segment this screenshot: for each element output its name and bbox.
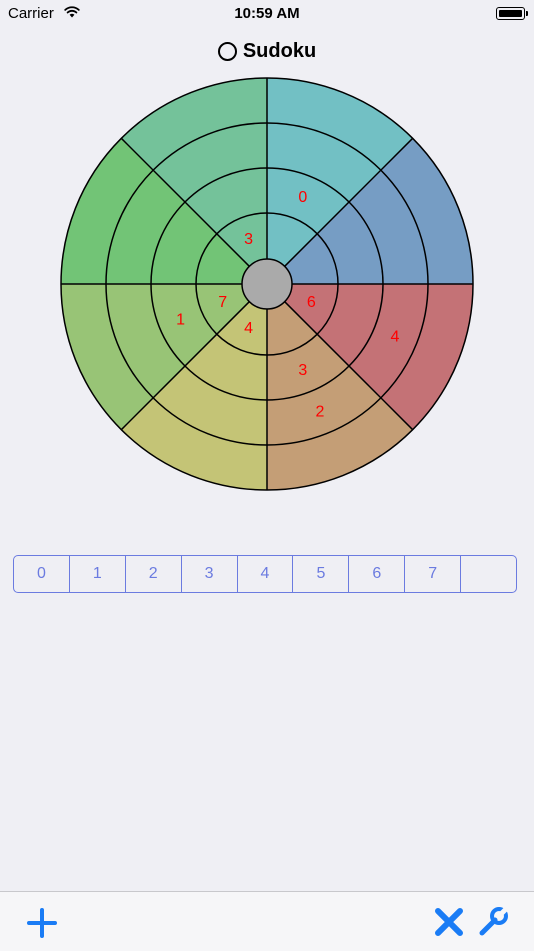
board-cell-value[interactable]: 4: [391, 329, 400, 346]
picker-option[interactable]: 7: [405, 556, 462, 592]
picker-option[interactable]: 6: [349, 556, 406, 592]
picker-option[interactable]: 3: [182, 556, 238, 592]
board-cell-value[interactable]: 2: [316, 403, 325, 420]
board-cell-value[interactable]: 1: [176, 311, 185, 328]
wrench-icon[interactable]: [476, 905, 510, 939]
bottom-toolbar: [0, 891, 534, 951]
circular-sudoku-board[interactable]: 064324713: [0, 0, 534, 520]
board-hub: [241, 258, 293, 310]
board-cell-value[interactable]: 3: [298, 362, 307, 379]
picker-option[interactable]: 4: [238, 556, 294, 592]
picker-option[interactable]: 2: [126, 556, 182, 592]
close-icon[interactable]: [433, 906, 465, 938]
picker-option[interactable]: 0: [14, 556, 70, 592]
number-picker[interactable]: 0 1 2 3 4 5 6 7: [13, 555, 517, 593]
picker-option-blank[interactable]: [461, 556, 516, 592]
board-cell-value[interactable]: 6: [307, 294, 316, 311]
board-cell-value[interactable]: 0: [298, 189, 307, 206]
add-icon[interactable]: [26, 907, 58, 939]
board-cell-value[interactable]: 7: [218, 294, 227, 311]
board-cell-value[interactable]: 3: [244, 231, 253, 248]
board-cell-value[interactable]: 4: [244, 320, 253, 337]
picker-option[interactable]: 5: [293, 556, 350, 592]
picker-option[interactable]: 1: [70, 556, 126, 592]
